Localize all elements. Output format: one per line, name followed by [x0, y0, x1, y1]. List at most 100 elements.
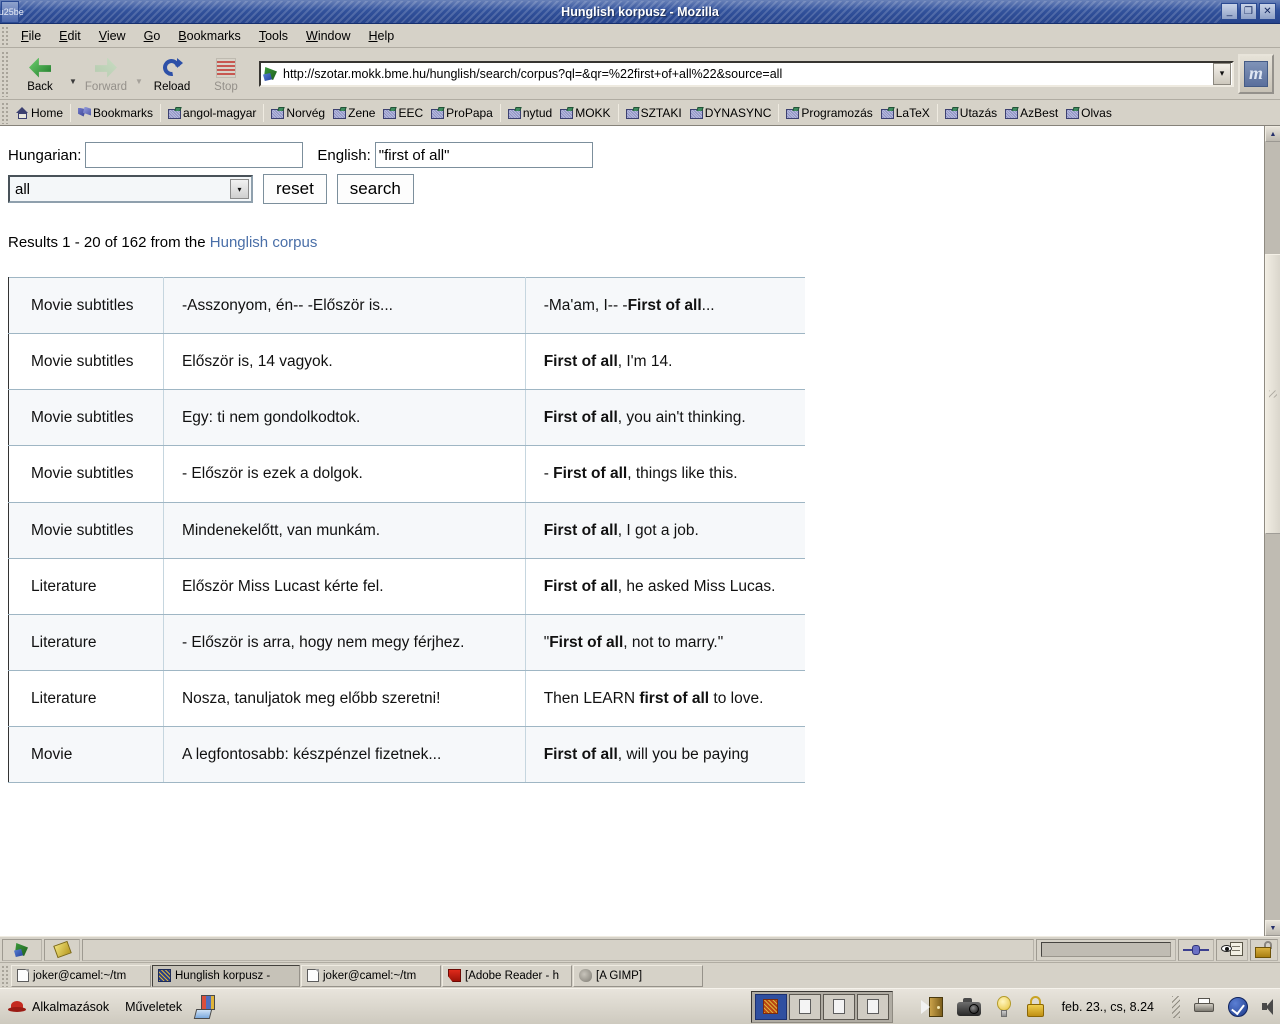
privacy-icon: [1221, 941, 1243, 958]
search-button[interactable]: search: [336, 174, 414, 204]
bookmark-latex[interactable]: LaTeX: [877, 104, 934, 122]
url-dropdown-icon[interactable]: ▾: [1213, 62, 1231, 85]
forward-arrow-icon: [95, 55, 117, 81]
minimize-button[interactable]: _: [1221, 3, 1238, 20]
table-row[interactable]: Movie subtitles Először is, 14 vagyok. F…: [8, 333, 805, 391]
window-list-item-hunglish[interactable]: Hunglish korpusz -: [152, 964, 300, 987]
close-button[interactable]: ✕: [1259, 3, 1276, 20]
scrollbar-track[interactable]: [1265, 142, 1280, 920]
match-highlight: First of all: [553, 465, 628, 483]
reload-button[interactable]: Reload: [145, 50, 199, 98]
terminal-launcher[interactable]: [920, 996, 943, 1017]
updates-applet[interactable]: [1228, 996, 1248, 1017]
connection-status-cell[interactable]: [1178, 938, 1214, 961]
privacy-status-cell[interactable]: [1216, 938, 1248, 961]
screenshot-launcher[interactable]: [956, 997, 981, 1016]
window-list-item-terminal-2[interactable]: joker@camel:~/tm: [301, 964, 441, 987]
menu-help[interactable]: Help: [359, 26, 403, 46]
lock-screen-launcher[interactable]: [1026, 996, 1044, 1017]
back-button[interactable]: Back: [13, 50, 67, 98]
bookmark-angol-magyar[interactable]: angol-magyar: [164, 104, 260, 122]
scroll-up-button[interactable]: ▲: [1265, 126, 1280, 142]
menu-bookmarks[interactable]: Bookmarks: [169, 26, 250, 46]
bookmark-utazas[interactable]: Utazás: [941, 104, 1001, 122]
results-table: Movie subtitles -Asszonyom, én-- -Előszö…: [8, 277, 805, 784]
chevron-down-icon[interactable]: ▾: [230, 179, 249, 199]
clock[interactable]: feb. 23., cs, 8.24: [1058, 1000, 1158, 1014]
workspace-1[interactable]: [754, 993, 787, 1020]
bookmark-sztaki[interactable]: SZTAKI: [622, 104, 686, 122]
volume-applet[interactable]: [1262, 998, 1276, 1015]
bookmark-dynasync[interactable]: DYNASYNC: [686, 104, 776, 122]
bookmark-nytud[interactable]: nytud: [504, 104, 556, 122]
printer-applet[interactable]: [1194, 998, 1214, 1015]
table-row[interactable]: Literature - Először is arra, hogy nem m…: [8, 614, 805, 671]
presentation-launcher-icon[interactable]: [193, 994, 220, 1020]
vertical-scrollbar[interactable]: ▲ ▼: [1264, 126, 1280, 936]
menubar-grip[interactable]: [1, 25, 10, 46]
menu-edit[interactable]: Edit: [50, 26, 90, 46]
result-english: First of all, will you be paying: [525, 726, 805, 784]
menu-file[interactable]: File: [12, 26, 50, 46]
navbar-grip[interactable]: [1, 50, 10, 97]
table-row[interactable]: Literature Nosza, tanuljatok meg előbb s…: [8, 670, 805, 728]
workspace-4[interactable]: [856, 993, 889, 1020]
tips-launcher[interactable]: [995, 995, 1013, 1018]
bookmarkbar-grip[interactable]: [1, 101, 10, 124]
actions-menu[interactable]: Műveletek: [117, 992, 190, 1022]
table-row[interactable]: Movie A legfontosabb: készpénzel fizetne…: [8, 726, 805, 784]
table-row[interactable]: Movie subtitles Egy: ti nem gondolkodtok…: [8, 389, 805, 447]
english-input[interactable]: [374, 142, 593, 168]
bookmark-olvas[interactable]: Olvas: [1062, 104, 1116, 122]
security-lock-icon: [1255, 941, 1273, 958]
bookmark-azbest[interactable]: AzBest: [1001, 104, 1062, 122]
tray-grip[interactable]: [1172, 995, 1180, 1018]
workspace-switcher[interactable]: [750, 990, 893, 1023]
maximize-button[interactable]: ❐: [1240, 3, 1257, 20]
window-list-item-gimp[interactable]: [A GIMP]: [573, 964, 703, 987]
table-row[interactable]: Movie subtitles Mindenekelőtt, van munká…: [8, 502, 805, 559]
mozilla-throbber-button[interactable]: m: [1238, 53, 1274, 94]
workspace-3[interactable]: [822, 993, 855, 1020]
window-list-grip[interactable]: [1, 964, 9, 987]
table-row[interactable]: Movie subtitles -Asszonyom, én-- -Előszö…: [8, 277, 805, 335]
source-select[interactable]: all ▾: [8, 175, 253, 203]
menu-window[interactable]: Window: [297, 26, 359, 46]
bookmark-propapa[interactable]: ProPapa: [427, 104, 497, 122]
bookmark-label: Programozás: [801, 105, 873, 120]
scrollbar-thumb[interactable]: [1265, 254, 1280, 534]
workspace-2[interactable]: [788, 993, 821, 1020]
url-bar[interactable]: http://szotar.mokk.bme.hu/hunglish/searc…: [259, 60, 1234, 87]
bookmark-zene[interactable]: Zene: [329, 104, 379, 122]
bookmark-mokk[interactable]: MOKK: [556, 104, 614, 122]
table-row[interactable]: Movie subtitles - Először is ezek a dolg…: [8, 445, 805, 503]
composer-icon-cell[interactable]: [44, 938, 80, 961]
scroll-down-button[interactable]: ▼: [1265, 920, 1280, 936]
forward-history-dropdown-icon[interactable]: ▼: [133, 61, 145, 86]
url-text[interactable]: http://szotar.mokk.bme.hu/hunglish/searc…: [281, 67, 1213, 81]
back-history-dropdown-icon[interactable]: ▼: [67, 61, 79, 86]
hunglish-corpus-link[interactable]: Hunglish corpus: [210, 234, 318, 251]
window-list-item-adobe-reader[interactable]: [Adobe Reader - h: [442, 964, 572, 987]
window-titlebar[interactable]: \u25be Hunglish korpusz - Mozilla _ ❐ ✕: [0, 0, 1280, 24]
menu-view[interactable]: View: [90, 26, 135, 46]
statusbar-grip[interactable]: [2, 938, 42, 961]
back-arrow-icon: [29, 55, 51, 81]
bookmark-programozas[interactable]: Programozás: [782, 104, 876, 122]
table-row[interactable]: Literature Először Miss Lucast kérte fel…: [8, 558, 805, 615]
window-list-item-terminal-1[interactable]: joker@camel:~/tm: [11, 964, 151, 987]
applications-menu[interactable]: Alkalmazások: [0, 992, 117, 1022]
security-status-cell[interactable]: [1250, 938, 1278, 961]
forward-button[interactable]: Forward: [79, 50, 133, 98]
bookmark-separator: [263, 103, 265, 122]
reset-button[interactable]: reset: [263, 174, 327, 204]
bookmark-norveg[interactable]: Norvég: [267, 104, 329, 122]
bookmark-home[interactable]: Home: [12, 104, 67, 122]
window-menu-icon[interactable]: \u25be: [0, 0, 24, 23]
menu-tools[interactable]: Tools: [250, 26, 297, 46]
hungarian-input[interactable]: [85, 142, 304, 168]
stop-button[interactable]: Stop: [199, 50, 253, 98]
bookmark-eec[interactable]: EEC: [379, 104, 427, 122]
menu-go[interactable]: Go: [135, 26, 170, 46]
bookmark-bookmarks[interactable]: Bookmarks: [74, 104, 157, 122]
